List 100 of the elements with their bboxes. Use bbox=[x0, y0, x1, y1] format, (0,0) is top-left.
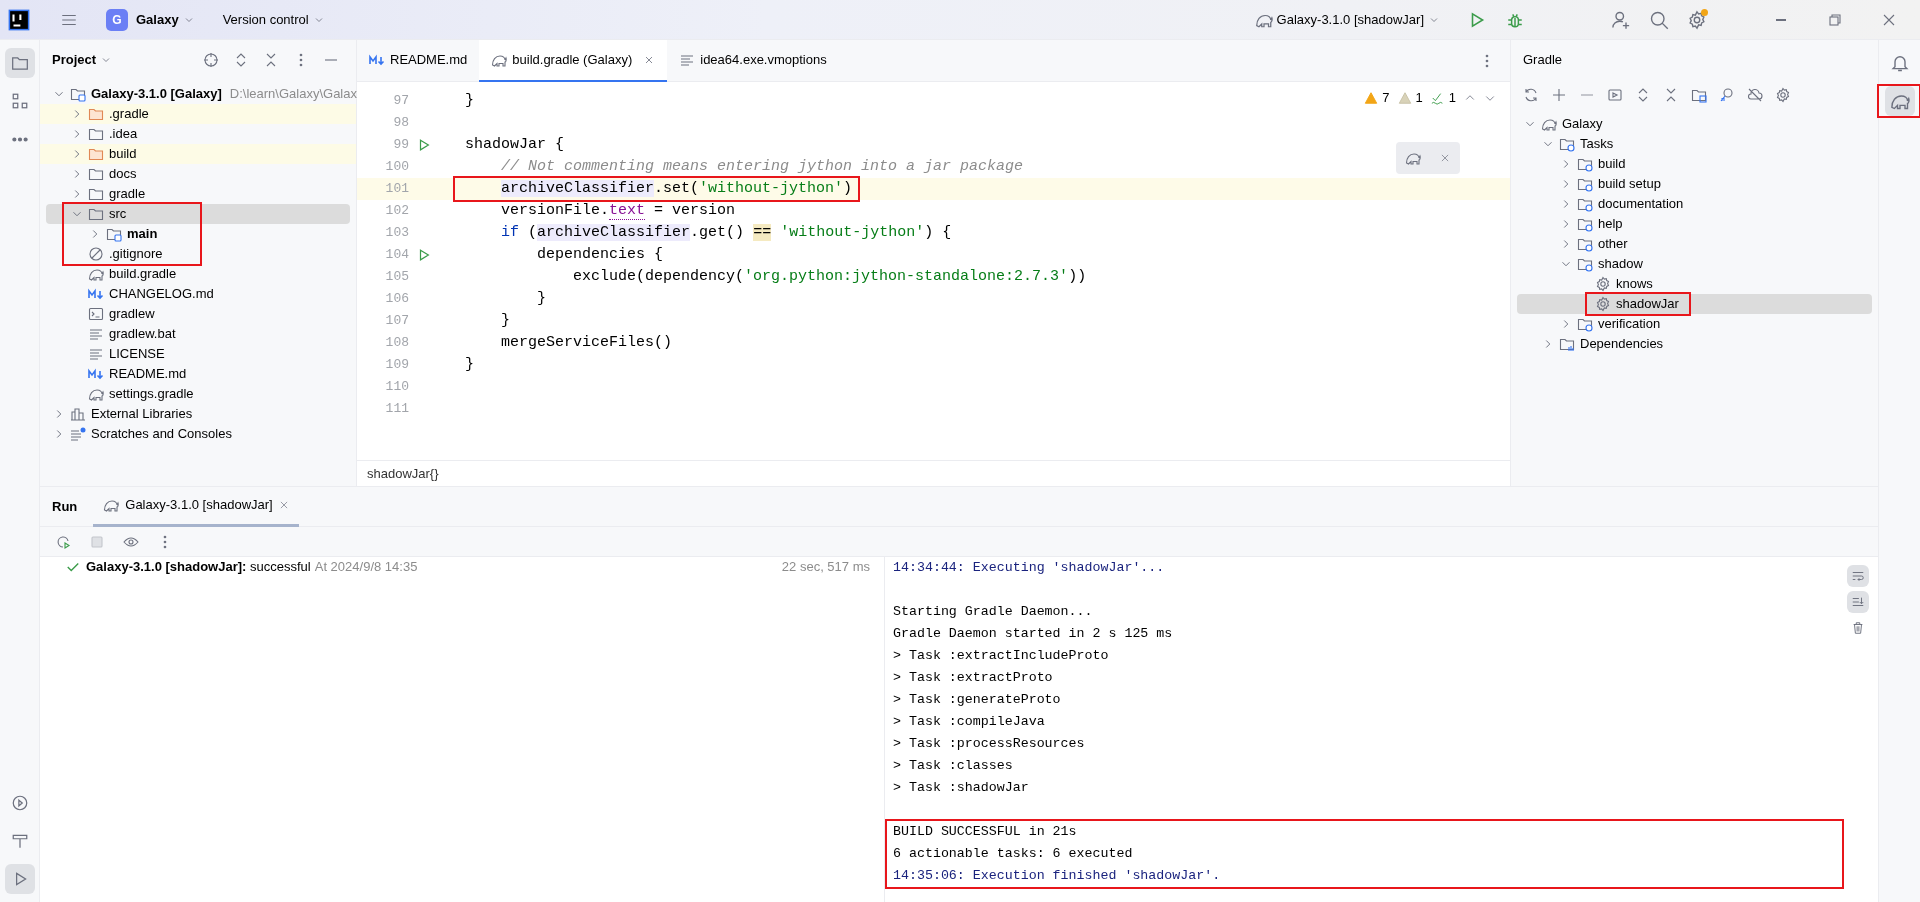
code-line: } bbox=[465, 354, 474, 375]
editor-tab[interactable]: idea64.exe.vmoptions bbox=[667, 39, 839, 82]
search-icon bbox=[1649, 9, 1669, 30]
tree-item[interactable]: shadowJar bbox=[1517, 294, 1872, 314]
rerun-icon bbox=[55, 533, 71, 550]
folder-icon bbox=[1577, 236, 1593, 252]
run-result-item[interactable]: Galaxy-3.1.0 [shadowJar]: successful At 2024/9/8 14:35 22 sec, 517 ms bbox=[46, 557, 878, 577]
run-config-dropdown[interactable]: Galaxy-3.1.0 [shadowJar] bbox=[1248, 7, 1446, 32]
stop-icon bbox=[89, 533, 105, 550]
ignore-icon bbox=[88, 246, 104, 262]
tree-item[interactable]: build bbox=[1517, 154, 1872, 174]
module-folder-icon bbox=[70, 86, 86, 102]
inspection-counter[interactable]: 1 bbox=[1397, 88, 1423, 108]
console-line: Gradle Daemon started in 2 s 125 ms bbox=[893, 625, 1174, 643]
project-switcher[interactable]: G Galaxy bbox=[100, 6, 201, 33]
line-number: 105 bbox=[384, 268, 410, 287]
inspection-counter[interactable]: 7 bbox=[1364, 88, 1390, 108]
gear-icon bbox=[1595, 276, 1611, 292]
folder-icon bbox=[10, 54, 29, 72]
tree-item[interactable]: Galaxy bbox=[1517, 114, 1872, 134]
bell-icon bbox=[1889, 53, 1910, 73]
console-line: BUILD SUCCESSFUL in 21s bbox=[893, 823, 1078, 841]
run-gutter-icon[interactable] bbox=[417, 138, 431, 152]
tree-item[interactable]: Scratches and Consoles bbox=[46, 424, 350, 444]
line-number: 100 bbox=[384, 158, 410, 177]
structure-icon bbox=[10, 92, 29, 110]
breadcrumb[interactable]: shadowJar{} bbox=[367, 463, 439, 484]
timestamp: At 2024/9/8 14:35 bbox=[314, 558, 418, 577]
run-tool-button[interactable] bbox=[4, 864, 35, 894]
gradle-tool-button[interactable] bbox=[1884, 86, 1915, 116]
folder-icon bbox=[1577, 216, 1593, 232]
tree-item[interactable]: LICENSE bbox=[46, 344, 350, 364]
folder-icon bbox=[88, 166, 104, 182]
tree-item[interactable]: External Libraries bbox=[46, 404, 350, 424]
editor-tab[interactable]: README.md bbox=[357, 39, 480, 82]
tree-item[interactable]: README.md bbox=[46, 364, 350, 384]
project-tool-button[interactable] bbox=[4, 48, 35, 78]
services-icon bbox=[10, 794, 29, 812]
soft-wrap-button[interactable] bbox=[1847, 565, 1869, 587]
tree-item[interactable]: Tasks bbox=[1517, 134, 1872, 154]
code-line: exclude(dependency('org.python:jython-standalone:2.7.3')) bbox=[572, 266, 1087, 287]
minimize-icon bbox=[1773, 17, 1789, 22]
gear-icon bbox=[1595, 296, 1611, 312]
duration: 22 sec, 517 ms bbox=[781, 558, 870, 577]
scroll-to-end-button[interactable] bbox=[1847, 591, 1869, 613]
markdown-icon bbox=[88, 286, 104, 302]
tree-item[interactable]: settings.gradle bbox=[46, 384, 350, 404]
line-number: 110 bbox=[384, 378, 410, 397]
code-line: } bbox=[536, 288, 547, 309]
tree-item[interactable]: src bbox=[46, 204, 350, 224]
settings-icon bbox=[1687, 9, 1707, 30]
console-line: 6 actionable tasks: 6 executed bbox=[893, 845, 1134, 863]
panel-title-dropdown[interactable]: Project bbox=[52, 50, 113, 70]
inspection-counter[interactable]: 1 bbox=[1430, 88, 1456, 108]
tree-item[interactable]: build setup bbox=[1517, 174, 1872, 194]
tree-item[interactable]: docs bbox=[46, 164, 350, 184]
tree-item[interactable]: .idea bbox=[46, 124, 350, 144]
line-number: 103 bbox=[384, 224, 410, 243]
line-number: 102 bbox=[384, 202, 410, 221]
console-line: > Task :classes bbox=[893, 757, 1014, 775]
tree-item[interactable]: knows bbox=[1517, 274, 1872, 294]
analyze-icon bbox=[1719, 87, 1735, 103]
panel-title: Run bbox=[52, 497, 78, 516]
code-line: versionFile.text = version bbox=[500, 200, 736, 222]
tree-item[interactable]: .gitignore bbox=[46, 244, 350, 264]
tree-item[interactable]: verification bbox=[1517, 314, 1872, 334]
tree-item[interactable]: other bbox=[1517, 234, 1872, 254]
wrap-icon bbox=[1851, 569, 1865, 583]
folder-icon bbox=[1577, 176, 1593, 192]
tree-item[interactable]: gradle bbox=[46, 184, 350, 204]
elephant-icon bbox=[1405, 150, 1421, 166]
console-line: > Task :compileJava bbox=[893, 713, 1046, 731]
elephant-icon bbox=[1541, 116, 1557, 132]
folder-icon bbox=[88, 126, 104, 142]
code-line: dependencies { bbox=[536, 244, 664, 265]
elephant-icon bbox=[103, 497, 120, 513]
warning-icon bbox=[1364, 90, 1379, 105]
editor-tab[interactable]: build.gradle (Galaxy) bbox=[479, 39, 668, 82]
console-line: 14:34:44: Executing 'shadowJar'... bbox=[893, 559, 1166, 577]
tree-item[interactable]: shadow bbox=[1517, 254, 1872, 274]
console-line: > Task :extractIncludeProto bbox=[893, 647, 1110, 665]
run-gutter-icon[interactable] bbox=[417, 248, 431, 262]
line-number: 111 bbox=[384, 400, 410, 419]
tree-item[interactable]: documentation bbox=[1517, 194, 1872, 214]
tree-item[interactable]: gradlew.bat bbox=[46, 324, 350, 344]
line-number: 106 bbox=[384, 290, 410, 309]
tree-item[interactable]: help bbox=[1517, 214, 1872, 234]
tree-item[interactable]: build.gradle bbox=[46, 264, 350, 284]
line-number: 99 bbox=[392, 136, 410, 155]
tree-item[interactable]: main bbox=[46, 224, 350, 244]
tree-item[interactable]: .gradle bbox=[40, 104, 356, 124]
code-line: mergeServiceFiles() bbox=[500, 332, 673, 353]
tree-item[interactable]: Dependencies bbox=[1517, 334, 1872, 354]
tree-item[interactable]: build bbox=[40, 144, 356, 164]
folder-icon bbox=[88, 146, 104, 162]
scratches-icon bbox=[70, 426, 86, 442]
vcs-dropdown[interactable]: Version control bbox=[216, 7, 331, 32]
tree-item[interactable]: gradlew bbox=[46, 304, 350, 324]
restore-icon bbox=[1827, 11, 1843, 28]
tree-item[interactable]: CHANGELOG.md bbox=[46, 284, 350, 304]
